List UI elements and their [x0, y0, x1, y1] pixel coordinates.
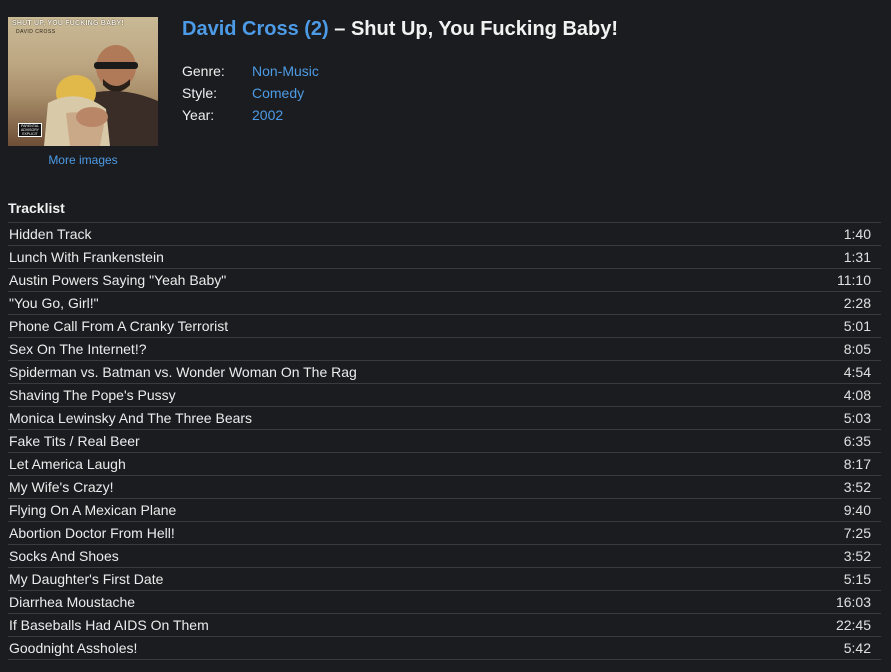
track-row[interactable]: If Baseballs Had AIDS On Them 22:45 [8, 614, 881, 637]
cover-title-text: SHUT UP, YOU FUCKING BABY! [12, 20, 124, 27]
track-row[interactable]: "You Go, Girl!" 2:28 [8, 292, 881, 315]
track-row[interactable]: Socks And Shoes 3:52 [8, 545, 881, 568]
track-title: Spiderman vs. Batman vs. Wonder Woman On… [9, 364, 357, 380]
track-duration: 7:25 [843, 525, 871, 541]
track-row[interactable]: Phone Call From A Cranky Terrorist 5:01 [8, 315, 881, 338]
artist-link[interactable]: David Cross (2) [182, 18, 329, 40]
track-duration: 4:08 [843, 387, 871, 403]
track-duration: 2:28 [843, 295, 871, 311]
track-duration: 9:40 [843, 502, 871, 518]
track-duration: 1:31 [843, 249, 871, 265]
release-title: David Cross (2) – Shut Up, You Fucking B… [182, 18, 618, 41]
release-meta: Genre: Non-Music Style: Comedy Year: 200… [182, 60, 319, 126]
track-duration: 8:05 [843, 341, 871, 357]
more-images-link[interactable]: More images [8, 153, 158, 167]
track-row[interactable]: Fake Tits / Real Beer 6:35 [8, 430, 881, 453]
track-duration: 22:45 [835, 617, 871, 633]
track-title: Lunch With Frankenstein [9, 249, 164, 265]
meta-label: Style: [182, 85, 218, 101]
track-title: Socks And Shoes [9, 548, 119, 564]
track-row[interactable]: Hidden Track 1:40 [8, 223, 881, 246]
track-title: Let America Laugh [9, 456, 126, 472]
track-duration: 5:15 [843, 571, 871, 587]
track-duration: 3:52 [843, 479, 871, 495]
track-title: Flying On A Mexican Plane [9, 502, 177, 518]
track-title: Fake Tits / Real Beer [9, 433, 140, 449]
track-title: Abortion Doctor From Hell! [9, 525, 175, 541]
track-duration: 4:54 [843, 364, 871, 380]
track-row[interactable]: Shaving The Pope's Pussy 4:08 [8, 384, 881, 407]
year-link[interactable]: 2002 [252, 104, 283, 126]
track-title: Hidden Track [9, 226, 92, 242]
track-duration: 3:52 [843, 548, 871, 564]
genre-link[interactable]: Non-Music [252, 60, 319, 82]
track-row[interactable]: Monica Lewinsky And The Three Bears 5:03 [8, 407, 881, 430]
track-duration: 16:03 [835, 594, 871, 610]
track-row[interactable]: My Daughter's First Date 5:15 [8, 568, 881, 591]
track-duration: 5:42 [843, 640, 871, 656]
cover-area: SHUT UP, YOU FUCKING BABY! DAVID CROSS P… [8, 17, 158, 167]
album-title: Shut Up, You Fucking Baby! [350, 18, 619, 40]
track-title: Sex On The Internet!? [9, 341, 147, 357]
track-title: Phone Call From A Cranky Terrorist [9, 318, 229, 334]
track-row[interactable]: Sex On The Internet!? 8:05 [8, 338, 881, 361]
meta-row-style: Style: Comedy [182, 82, 319, 104]
track-row[interactable]: Austin Powers Saying "Yeah Baby" 11:10 [8, 269, 881, 292]
album-cover-image[interactable]: SHUT UP, YOU FUCKING BABY! DAVID CROSS P… [8, 17, 158, 146]
parental-advisory-label: PARENTAL ADVISORY EXPLICIT CONTENT [18, 123, 42, 137]
style-link[interactable]: Comedy [252, 82, 304, 104]
track-title: My Daughter's First Date [9, 571, 164, 587]
track-duration: 1:40 [843, 226, 871, 242]
track-title: Monica Lewinsky And The Three Bears [9, 410, 253, 426]
track-row[interactable]: Abortion Doctor From Hell! 7:25 [8, 522, 881, 545]
meta-label: Year: [182, 107, 215, 123]
track-row[interactable]: My Wife's Crazy! 3:52 [8, 476, 881, 499]
track-duration: 5:01 [843, 318, 871, 334]
track-duration: 5:03 [843, 410, 871, 426]
track-duration: 11:10 [837, 272, 871, 288]
track-title: Goodnight Assholes! [9, 640, 138, 656]
track-title: If Baseballs Had AIDS On Them [9, 617, 209, 633]
cover-artist-text: DAVID CROSS [16, 29, 56, 35]
track-duration: 6:35 [843, 433, 871, 449]
track-title: My Wife's Crazy! [9, 479, 114, 495]
track-row[interactable]: Flying On A Mexican Plane 9:40 [8, 499, 881, 522]
tracklist-heading: Tracklist [8, 200, 65, 216]
track-row[interactable]: Diarrhea Moustache 16:03 [8, 591, 881, 614]
track-row[interactable]: Goodnight Assholes! 5:42 [8, 637, 881, 660]
meta-row-year: Year: 2002 [182, 104, 319, 126]
track-title: "You Go, Girl!" [9, 295, 99, 311]
track-row[interactable]: Spiderman vs. Batman vs. Wonder Woman On… [8, 361, 881, 384]
track-title: Austin Powers Saying "Yeah Baby" [9, 272, 227, 288]
track-row[interactable]: Let America Laugh 8:17 [8, 453, 881, 476]
track-title: Diarrhea Moustache [9, 594, 136, 610]
release-page: SHUT UP, YOU FUCKING BABY! DAVID CROSS P… [0, 0, 891, 672]
track-duration: 8:17 [843, 456, 871, 472]
track-row[interactable]: Lunch With Frankenstein 1:31 [8, 246, 881, 269]
tracklist: Hidden Track 1:40 Lunch With Frankenstein… [8, 222, 881, 660]
track-title: Shaving The Pope's Pussy [9, 387, 176, 403]
meta-label: Genre: [182, 63, 225, 79]
title-separator: – [328, 18, 351, 40]
meta-row-genre: Genre: Non-Music [182, 60, 319, 82]
